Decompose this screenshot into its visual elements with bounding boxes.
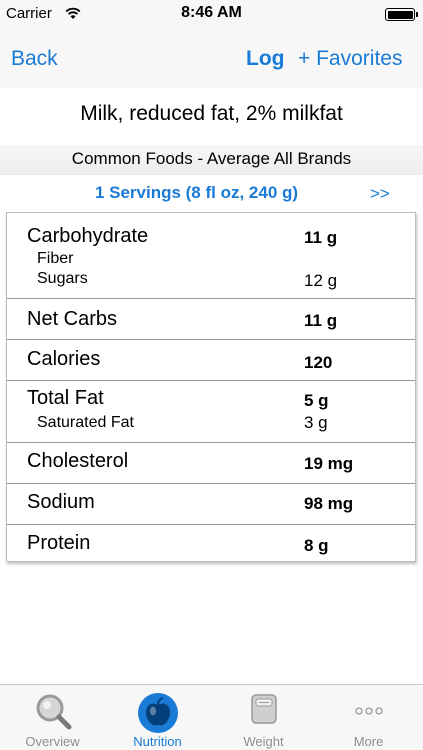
nutrient-sub-label: Sugars	[37, 270, 88, 287]
nutrient-label: Calories	[27, 348, 101, 370]
screen: Carrier 8:46 AM Back Log + Favorites Mil…	[0, 0, 423, 750]
magnifier-icon	[36, 694, 71, 730]
tab-label: Nutrition	[133, 734, 182, 749]
tab-label: Weight	[243, 734, 284, 749]
apple-icon	[137, 693, 178, 733]
battery-icon	[385, 8, 418, 21]
nutrient-row-cholesterol: Cholesterol 19 mg	[7, 443, 415, 484]
nutrient-row-calories: Calories 120	[7, 340, 415, 381]
scale-icon	[250, 694, 277, 724]
nutrient-value: 11 g	[304, 228, 338, 247]
serving-row: 1 Servings (8 fl oz, 240 g) >>	[0, 176, 423, 210]
food-title: Milk, reduced fat, 2% milkfat	[80, 102, 343, 125]
nutrient-row-carbohydrate: Carbohydrate 11 g Fiber Sugars 12 g	[7, 213, 415, 299]
nutrient-label: Cholesterol	[27, 450, 129, 472]
tab-weight[interactable]: Weight	[211, 685, 316, 750]
add-favorites-button[interactable]: + Favorites	[298, 47, 402, 71]
nutrient-row-total-fat: Total Fat 5 g Saturated Fat 3 g	[7, 381, 415, 443]
nutrient-value: 120	[304, 353, 333, 372]
nutrient-sub-value: 3 g	[304, 413, 328, 432]
nutrient-label: Carbohydrate	[27, 225, 149, 247]
nutrient-row-sodium: Sodium 98 mg	[7, 484, 415, 525]
nutrient-row-protein: Protein 8 g	[7, 525, 415, 562]
nutrient-value: 8 g	[304, 536, 329, 555]
next-button[interactable]: >>	[370, 184, 390, 204]
status-bar: Carrier 8:46 AM	[0, 0, 423, 28]
log-button[interactable]: Log	[246, 47, 284, 71]
nav-bar: Back Log + Favorites	[0, 28, 423, 88]
food-source: Common Foods - Average All Brands	[71, 149, 352, 168]
clock: 8:46 AM	[181, 4, 242, 21]
nutrient-row-net-carbs: Net Carbs 11 g	[7, 299, 415, 340]
nutrient-label: Total Fat	[27, 387, 104, 409]
nutrient-value: 19 mg	[304, 454, 354, 473]
back-button[interactable]: Back	[11, 47, 58, 71]
nutrient-label: Sodium	[27, 491, 95, 513]
more-dots-icon	[354, 707, 383, 715]
nutrient-label: Net Carbs	[27, 308, 118, 330]
nutrient-label: Protein	[27, 532, 91, 554]
tab-nutrition[interactable]: Nutrition	[105, 685, 210, 750]
tab-label: More	[353, 734, 384, 749]
tab-label: Overview	[25, 734, 80, 749]
serving-size-button[interactable]: 1 Servings (8 fl oz, 240 g)	[0, 183, 393, 203]
nutrient-value: 5 g	[304, 391, 329, 410]
tab-overview[interactable]: Overview	[0, 685, 105, 750]
nutrient-sub-label: Saturated Fat	[37, 414, 134, 431]
nutrient-sub-value: 12 g	[304, 271, 338, 290]
nutrient-value: 98 mg	[304, 494, 354, 513]
nutrition-table: Carbohydrate 11 g Fiber Sugars 12 g Net …	[6, 212, 416, 562]
nutrient-sub-label: Fiber	[37, 250, 74, 267]
tab-more[interactable]: More	[316, 685, 421, 750]
tab-bar: Overview Nutrition Weight More	[0, 684, 423, 750]
nutrient-value: 11 g	[304, 311, 338, 330]
